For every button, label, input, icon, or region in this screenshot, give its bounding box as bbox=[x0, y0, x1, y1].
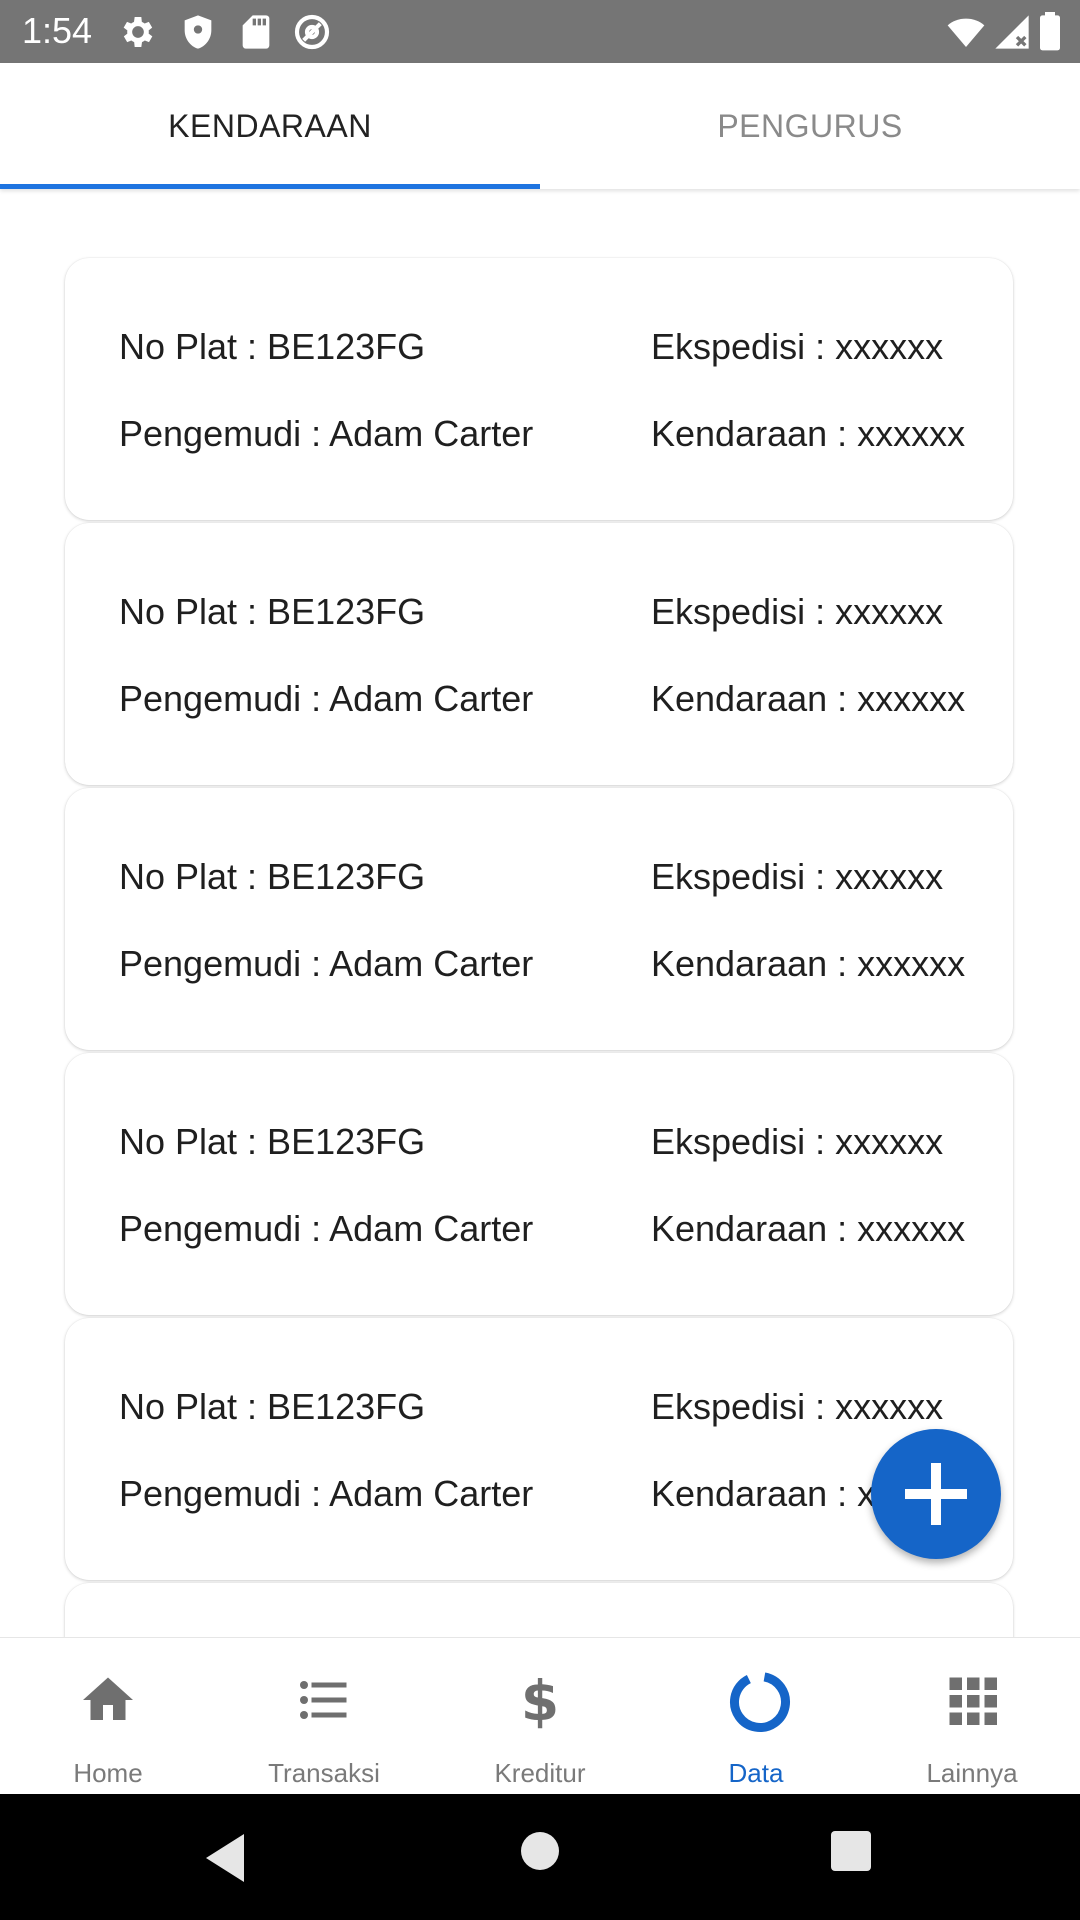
nav-lainnya-label: Lainnya bbox=[926, 1758, 1018, 1788]
battery-icon bbox=[1040, 12, 1060, 51]
shield-icon bbox=[184, 15, 212, 49]
vehicle-card[interactable]: No Plat : BE123FG Ekspedisi : xxxxxx Pen… bbox=[65, 523, 1013, 785]
vehicle-card[interactable]: No Plat : BE123FG Ekspedisi : xxxxxx Pen… bbox=[65, 1053, 1013, 1315]
vehicle-type: Kendaraan : xxxxxx bbox=[651, 943, 966, 984]
vehicle-card-partial[interactable] bbox=[65, 1583, 1013, 1637]
vehicle-type: Kendaraan : xxxxxx bbox=[651, 1208, 966, 1249]
vehicle-type: Kendaraan : xxxxxx bbox=[651, 413, 966, 454]
home-icon bbox=[83, 1677, 133, 1720]
wifi-icon bbox=[947, 18, 985, 47]
svg-text:$: $ bbox=[521, 1670, 559, 1730]
plate-number: No Plat : BE123FG bbox=[119, 591, 426, 632]
vehicle-type: Kendaraan : xxxxxx bbox=[651, 678, 966, 719]
add-vehicle-button[interactable] bbox=[871, 1429, 1001, 1559]
tab-pengurus-label: PENGURUS bbox=[717, 107, 903, 144]
tab-kendaraan[interactable]: KENDARAAN bbox=[0, 63, 540, 189]
nav-home[interactable]: Home bbox=[0, 1638, 216, 1795]
dollar-icon: $ bbox=[521, 1670, 559, 1730]
plate-number: No Plat : BE123FG bbox=[119, 856, 426, 897]
ekspedisi: Ekspedisi : xxxxxx bbox=[651, 856, 944, 897]
settings-icon bbox=[123, 17, 153, 47]
status-bar: 1:54 bbox=[0, 0, 1080, 63]
tab-bar: KENDARAAN PENGURUS bbox=[0, 63, 1080, 189]
vehicle-card[interactable]: No Plat : BE123FG Ekspedisi : xxxxxx Pen… bbox=[65, 258, 1013, 520]
status-time: 1:54 bbox=[22, 10, 93, 51]
plate-number: No Plat : BE123FG bbox=[119, 326, 426, 367]
system-nav-bar bbox=[0, 1794, 1080, 1920]
plate-number: No Plat : BE123FG bbox=[119, 1121, 426, 1162]
driver-name: Pengemudi : Adam Carter bbox=[119, 1473, 534, 1514]
nav-data-label: Data bbox=[728, 1758, 784, 1788]
ekspedisi: Ekspedisi : xxxxxx bbox=[651, 1121, 944, 1162]
vehicle-list[interactable]: No Plat : BE123FG Ekspedisi : xxxxxx Pen… bbox=[0, 189, 1080, 1637]
home-circle-icon[interactable] bbox=[519, 1830, 561, 1872]
list-icon bbox=[300, 1681, 347, 1719]
back-icon[interactable] bbox=[200, 1830, 250, 1886]
nav-kreditur-label: Kreditur bbox=[494, 1758, 586, 1788]
ekspedisi: Ekspedisi : xxxxxx bbox=[651, 1386, 944, 1427]
ekspedisi: Ekspedisi : xxxxxx bbox=[651, 326, 944, 367]
plate-number: No Plat : BE123FG bbox=[119, 1386, 426, 1427]
sd-card-icon bbox=[242, 15, 270, 49]
ekspedisi: Ekspedisi : xxxxxx bbox=[651, 591, 944, 632]
vehicle-card[interactable]: No Plat : BE123FG Ekspedisi : xxxxxx Pen… bbox=[65, 788, 1013, 1050]
nav-transaksi[interactable]: Transaksi bbox=[216, 1638, 432, 1795]
nav-data[interactable]: Data bbox=[648, 1638, 864, 1795]
vehicle-card[interactable]: No Plat : BE123FG Ekspedisi : xxxxxx Pen… bbox=[65, 1318, 1013, 1580]
nav-transaksi-label: Transaksi bbox=[268, 1758, 380, 1788]
nav-home-label: Home bbox=[73, 1758, 143, 1788]
signal-icon bbox=[995, 15, 1029, 49]
driver-name: Pengemudi : Adam Carter bbox=[119, 1208, 534, 1249]
driver-name: Pengemudi : Adam Carter bbox=[119, 943, 534, 984]
plus-icon bbox=[905, 1463, 967, 1525]
at-sign-icon bbox=[294, 14, 330, 50]
tab-kendaraan-label: KENDARAAN bbox=[168, 107, 372, 144]
driver-name: Pengemudi : Adam Carter bbox=[119, 413, 534, 454]
grid-icon bbox=[949, 1677, 997, 1725]
tab-pengurus[interactable]: PENGURUS bbox=[540, 63, 1080, 189]
donut-icon bbox=[730, 1672, 790, 1732]
nav-kreditur[interactable]: $ Kreditur bbox=[432, 1638, 648, 1795]
tab-indicator bbox=[0, 184, 540, 189]
nav-lainnya[interactable]: Lainnya bbox=[864, 1638, 1080, 1795]
recents-icon[interactable] bbox=[830, 1830, 872, 1872]
bottom-nav: Home Transaksi $ Kreditur Data Lainnya bbox=[0, 1637, 1080, 1795]
driver-name: Pengemudi : Adam Carter bbox=[119, 678, 534, 719]
